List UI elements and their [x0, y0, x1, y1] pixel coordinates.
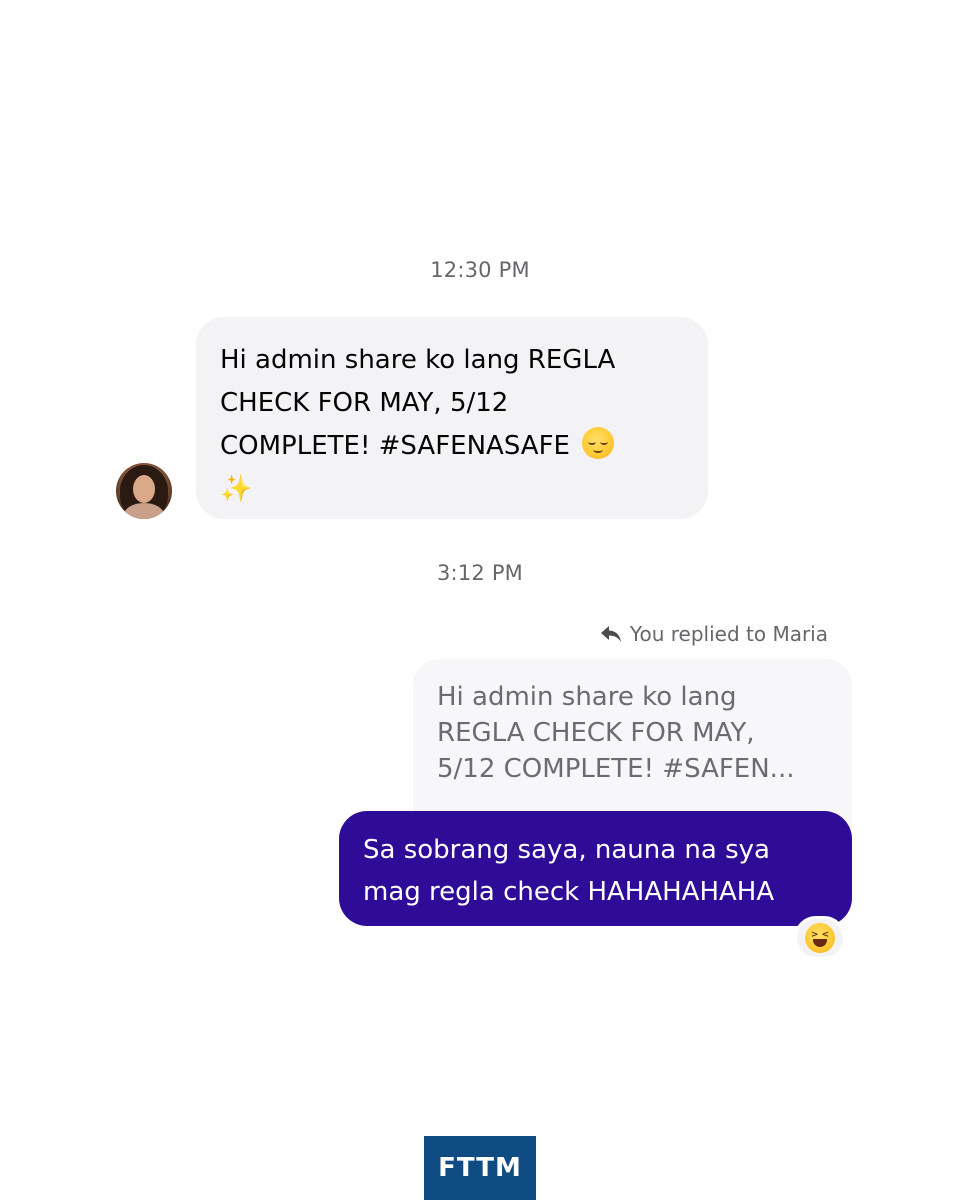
outgoing-message-line: mag regla check HAHAHAHAHA: [363, 877, 775, 907]
brand-logo-text: FTTM: [438, 1153, 522, 1183]
incoming-message-line-with-emoji: COMPLETE! #SAFENASAFE: [220, 425, 684, 468]
sparkles-line: ✨: [220, 468, 684, 511]
avatar-face: [133, 475, 155, 503]
avatar[interactable]: [116, 463, 172, 519]
timestamp-1: 12:30 PM: [430, 258, 530, 282]
quoted-message-line: REGLA CHECK FOR MAY,: [437, 718, 755, 748]
outgoing-message-bubble[interactable]: Sa sobrang saya, nauna na sya mag regla …: [339, 811, 852, 926]
sparkles-icon: ✨: [220, 474, 253, 504]
quoted-message-line: 5/12 COMPLETE! #SAFEN...: [437, 754, 795, 784]
grinning-squinting-face-icon: > <: [805, 923, 835, 953]
message-reaction[interactable]: > <: [794, 916, 846, 960]
reply-label-text: You replied to Maria: [629, 622, 828, 646]
outgoing-message-line: Sa sobrang saya, nauna na sya: [363, 835, 770, 865]
reply-arrow-icon: [600, 626, 621, 642]
incoming-message-line: Hi admin share ko lang REGLA: [220, 345, 616, 375]
reply-indicator: You replied to Maria: [600, 622, 828, 646]
brand-logo: FTTM: [424, 1136, 536, 1200]
quoted-message-line: Hi admin share ko lang: [437, 682, 737, 712]
timestamp-2: 3:12 PM: [436, 561, 523, 585]
relieved-face-icon: [582, 427, 615, 459]
incoming-message-line: COMPLETE! #SAFENASAFE: [220, 431, 570, 461]
incoming-message-line: CHECK FOR MAY, 5/12: [220, 388, 509, 418]
incoming-message-bubble[interactable]: Hi admin share ko lang REGLA CHECK FOR M…: [196, 317, 708, 519]
quoted-message-bubble[interactable]: Hi admin share ko lang REGLA CHECK FOR M…: [413, 659, 852, 829]
